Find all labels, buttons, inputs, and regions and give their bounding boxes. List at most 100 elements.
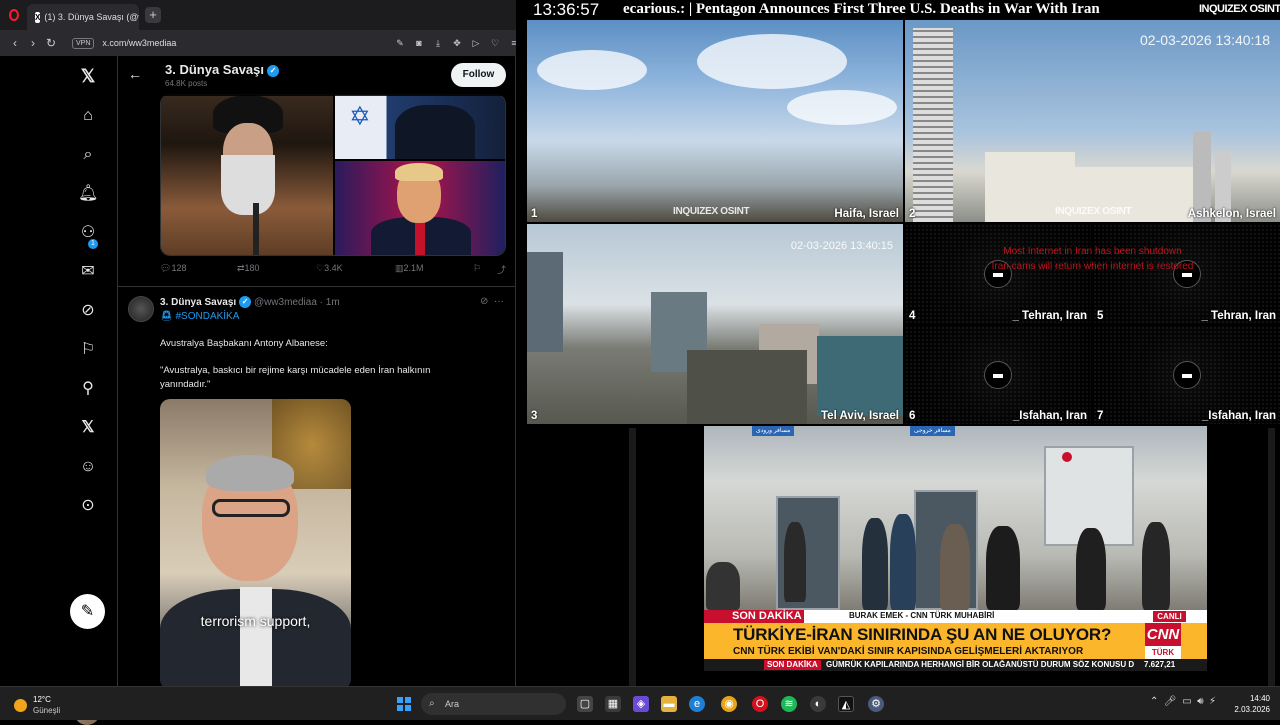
camera-icon[interactable]: ◙ [412, 38, 426, 48]
download-icon[interactable]: ⤓ [431, 38, 445, 49]
camera-feed-4[interactable]: 4 _ Tehran, Iran [905, 224, 1091, 324]
url-field[interactable]: x.com/ww3mediaa [102, 38, 388, 48]
verified-badge-icon: ✓ [267, 65, 279, 77]
edit-icon[interactable]: ✎ [393, 38, 407, 49]
person [1142, 522, 1170, 610]
weather-condition[interactable]: Güneşli [33, 706, 60, 715]
stream-clock: 13:36:57 [533, 0, 600, 19]
forward-nav-icon[interactable]: › [24, 36, 42, 50]
active-tab[interactable]: X (1) 3. Dünya Savaşı (@ww [27, 4, 139, 30]
windows-start-icon[interactable] [397, 697, 411, 711]
taskbar-search[interactable]: ⌕ Ara [421, 693, 566, 715]
reload-icon[interactable]: ↻ [42, 36, 60, 50]
cam-label: Haifa, Israel [834, 208, 899, 220]
premium-x-icon[interactable]: 𝕏 [78, 418, 98, 438]
follow-button[interactable]: Follow [451, 63, 506, 87]
hashtag-link[interactable]: 🚨︎ #SONDAKİKA [160, 311, 239, 322]
like-count: 3.4K [324, 263, 343, 273]
grok-icon[interactable]: ⊘ [78, 301, 98, 321]
messages-icon[interactable]: ✉ [78, 262, 98, 282]
camera-feed-6[interactable]: 6 _Isfahan, Iran [905, 326, 1091, 424]
post-image-3[interactable] [335, 161, 505, 255]
app-icon[interactable]: ◐ [810, 696, 826, 712]
home-icon[interactable]: ⌂ [78, 106, 98, 126]
extensions-icon[interactable]: ✥ [450, 38, 464, 49]
camera-feed-7[interactable]: 7 _Isfahan, Iran [1093, 326, 1280, 424]
more-icon[interactable]: ⊙ [78, 496, 98, 516]
capcut-icon[interactable]: ◭ [838, 696, 854, 712]
task-view-icon[interactable]: ▢ [577, 696, 593, 712]
search-icon[interactable]: ⌕ [78, 145, 98, 165]
back-arrow-icon[interactable]: ← [128, 66, 142, 82]
cam-timestamp: 02-03-2026 13:40:15 [790, 240, 893, 252]
scrollbar-left[interactable] [629, 428, 636, 686]
crawl-label: SON DAKİKA [764, 660, 821, 670]
copilot-icon[interactable]: ◈ [633, 696, 649, 712]
system-clock[interactable]: 14:40 2.03.2026 [1232, 693, 1270, 715]
opera-logo-icon[interactable] [9, 9, 19, 21]
logo-subtext: TÜRK [1145, 646, 1181, 659]
profile-icon[interactable]: ☺ [78, 457, 98, 477]
heart-icon[interactable]: ♡ [488, 38, 502, 49]
post-image-2[interactable]: ✡ [335, 95, 505, 159]
camera-feed-5[interactable]: 5 _ Tehran, Iran [1093, 224, 1280, 324]
notifications-icon[interactable]: 🔔︎ [78, 184, 98, 204]
video-figure [206, 455, 294, 491]
x-logo-icon[interactable]: 𝕏 [78, 66, 98, 86]
cnn-video-frame[interactable]: مسافر ورودی مسافر خروجی [704, 426, 1207, 610]
camera-lens-icon [1172, 361, 1201, 389]
vpn-badge[interactable]: VPN [72, 37, 95, 49]
reply-button[interactable]: 💬︎ 128 [160, 263, 186, 274]
turkish-flag-icon [1062, 452, 1072, 462]
repost-button[interactable]: ⇄ 180 [237, 263, 260, 274]
news-crawl: SON DAKİKA GÜMRÜK KAPILARINDA HERHANGİ B… [704, 659, 1207, 671]
camera-feed-2[interactable]: 02-03-2026 13:40:18 INQUIZEX OSINT 2 Ash… [905, 20, 1280, 222]
post-image-1[interactable] [161, 95, 333, 255]
live-badge: CANLI [1153, 611, 1186, 622]
cloud [537, 50, 647, 90]
system-tray[interactable]: ⌃ 🎤︎ ▭ 🔊︎ ⚡︎ [1150, 696, 1216, 707]
author-avatar[interactable] [128, 296, 154, 322]
iran-internet-notice: Most Internet in Iran has been shutdown … [905, 244, 1280, 274]
view-count: 2.1M [403, 263, 424, 273]
post-author[interactable]: 3. Dünya Savaşı ✓ @ww3mediaa · 1m [160, 296, 340, 308]
scrollbar-right[interactable] [1268, 428, 1275, 686]
views-button[interactable]: ▥ 2.1M [395, 263, 424, 274]
weather-sun-icon[interactable] [14, 699, 27, 712]
luggage [706, 562, 740, 610]
post-text-quote: "Avustralya, baskıcı bir rejime karşı mü… [160, 365, 431, 390]
bookmark-icon[interactable]: ⚐ [473, 263, 481, 274]
chrome-icon[interactable]: ◉ [721, 696, 737, 712]
file-explorer-icon[interactable]: ▬ [661, 696, 677, 712]
logo-text: CNN [1146, 626, 1180, 643]
camera-feed-1[interactable]: INQUIZEX OSINT 1 Haifa, Israel [527, 20, 903, 222]
settings-gear-icon[interactable]: ⚙ [868, 696, 884, 712]
address-bar: ‹ › ↻ VPN x.com/ww3mediaa ✎ ◙ ⤓ ✥ ▷ ♡ ≡ [0, 30, 527, 56]
post-video[interactable]: terrorism support, [160, 399, 351, 686]
new-tab-button[interactable]: + [145, 7, 161, 23]
opera-icon[interactable]: O [752, 696, 768, 712]
camera-feed-3[interactable]: 02-03-2026 13:40:15 3 Tel Aviv, Israel [527, 224, 903, 424]
spotify-icon[interactable]: ≋ [781, 696, 797, 712]
weather-temp[interactable]: 12°C [33, 695, 51, 704]
post-image-collage[interactable]: ✡ [160, 94, 506, 256]
follow-icon[interactable]: ⚇ [78, 223, 98, 243]
profile-name: 3. Dünya Savaşı [165, 62, 264, 77]
store-icon[interactable]: ▦ [605, 696, 621, 712]
post-more-icon[interactable]: ⊘ ··· [480, 296, 504, 307]
cam-label: _Isfahan, Iran [1012, 410, 1087, 422]
timeline: ← 3. Dünya Savaşı✓ 64.8K posts Follow ✡ [118, 56, 516, 686]
bookmarks-icon[interactable]: ⚐ [78, 340, 98, 360]
like-button[interactable]: ♡ 3.4K [316, 263, 343, 274]
play-icon[interactable]: ▷ [469, 38, 483, 49]
jobs-icon[interactable]: ⚲ [78, 379, 98, 399]
share-icon[interactable]: ⤴ [497, 263, 506, 276]
antenna-tower [913, 28, 953, 222]
repost-count: 180 [244, 263, 260, 273]
clock-date: 2.03.2026 [1234, 705, 1270, 714]
hashtag-text: #SONDAKİKA [175, 311, 240, 322]
edge-icon[interactable]: e [689, 696, 705, 712]
post-text-line: Avustralya Başbakanı Antony Albanese: [160, 338, 328, 349]
compose-post-icon[interactable]: ✎ [70, 594, 105, 629]
back-nav-icon[interactable]: ‹ [6, 36, 24, 50]
